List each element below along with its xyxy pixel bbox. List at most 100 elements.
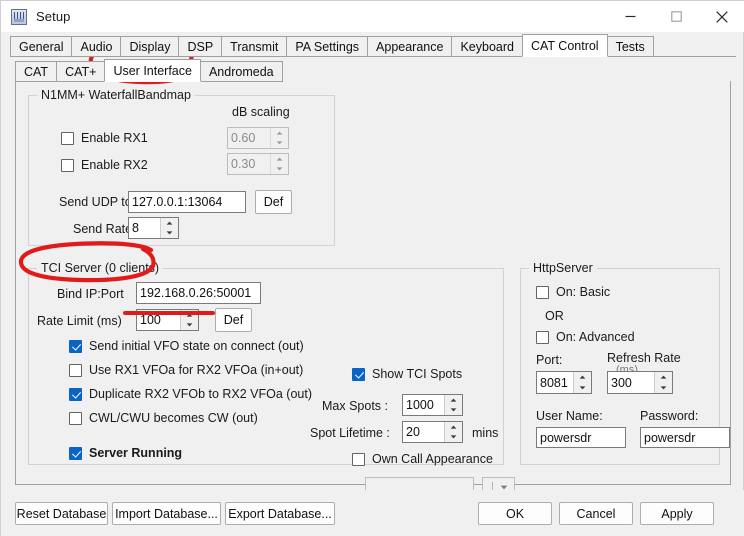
own-call-appearance-checkbox[interactable]: Own Call Appearance: [352, 453, 493, 466]
tab-general[interactable]: General: [10, 36, 72, 57]
tci-option-duplicate-rx2-vfob-to-rx2-vfoa-out[interactable]: Duplicate RX2 VFOb to RX2 VFOa (out): [69, 388, 312, 401]
spinner-down-icon[interactable]: [161, 228, 178, 238]
rx2-db-scaling-spinner[interactable]: 0.30: [227, 153, 289, 175]
tci-option-send-initial-vfo-state-on-connect-out[interactable]: Send initial VFO state on connect (out): [69, 340, 304, 353]
spinner-down-icon[interactable]: [181, 320, 198, 330]
spinner-buttons[interactable]: [270, 154, 288, 174]
spinner-up-icon[interactable]: [271, 154, 288, 164]
http-server-group-legend: HttpServer: [529, 261, 597, 275]
spinner-up-icon[interactable]: [574, 372, 591, 383]
ok-button[interactable]: OK: [478, 502, 552, 525]
http-username-label: User Name:: [536, 409, 603, 423]
spinner-buttons[interactable]: [270, 128, 288, 148]
tab-label: PA Settings: [295, 40, 359, 54]
maximize-icon[interactable]: [653, 1, 699, 32]
rate-limit-spinner[interactable]: 100: [136, 309, 199, 331]
tab-pa-settings[interactable]: PA Settings: [286, 36, 368, 57]
http-password-input[interactable]: powersdr: [640, 427, 730, 448]
apply-button[interactable]: Apply: [640, 502, 714, 525]
http-password-label: Password:: [640, 409, 698, 423]
checkbox-box: [352, 368, 365, 381]
spot-lifetime-units: mins: [472, 426, 498, 440]
checkbox-box: [69, 340, 82, 353]
http-on-advanced-checkbox[interactable]: On: Advanced: [536, 331, 635, 344]
subtab-andromeda[interactable]: Andromeda: [200, 61, 283, 82]
bind-ip-port-input[interactable]: 192.168.0.26:50001: [136, 282, 261, 304]
spinner-buttons[interactable]: [573, 372, 591, 393]
checkbox-box: [69, 364, 82, 377]
tab-label: Tests: [616, 40, 645, 54]
spot-lifetime-spinner[interactable]: 20: [402, 421, 463, 443]
spinner-up-icon[interactable]: [181, 310, 198, 320]
send-rate-spinner[interactable]: 8: [128, 217, 179, 239]
http-server-group: HttpServer On: Basic OR On: Advanced Por…: [520, 268, 720, 465]
send-udp-def-button[interactable]: Def: [255, 190, 292, 214]
tab-transmit[interactable]: Transmit: [221, 36, 287, 57]
spinner-up-icon[interactable]: [655, 372, 672, 383]
subtab-cat[interactable]: CAT: [15, 61, 57, 82]
tab-appearance[interactable]: Appearance: [367, 36, 452, 57]
spinner-buttons[interactable]: [160, 218, 178, 238]
enable-rx1-checkbox[interactable]: Enable RX1: [61, 132, 148, 145]
secondary-tab-strip: CATCAT+User Interface Andromeda: [15, 59, 731, 82]
tci-option-label: Use RX1 VFOa for RX2 VFOa (in+out): [89, 364, 303, 377]
max-spots-value: 1000: [403, 395, 444, 415]
spinner-buttons[interactable]: [180, 310, 198, 330]
rx1-db-scaling-spinner[interactable]: 0.60: [227, 127, 289, 149]
tci-option-server-running[interactable]: Server Running: [69, 447, 182, 460]
max-spots-label: Max Spots :: [322, 399, 388, 413]
http-username-input[interactable]: powersdr: [536, 427, 626, 448]
reset-database-button[interactable]: Reset Database: [15, 502, 108, 525]
spinner-up-icon[interactable]: [445, 422, 462, 432]
rx2-db-scaling-value: 0.30: [228, 154, 270, 174]
spinner-buttons[interactable]: [654, 372, 672, 393]
spinner-up-icon[interactable]: [271, 128, 288, 138]
tab-page-user-interface: N1MM+ WaterfallBandmap dB scaling Enable…: [15, 81, 731, 485]
checkbox-box: [61, 159, 74, 172]
http-port-spinner[interactable]: 8081: [536, 371, 592, 394]
own-call-appearance-label: Own Call Appearance: [372, 453, 493, 466]
enable-rx2-checkbox[interactable]: Enable RX2: [61, 159, 148, 172]
spot-lifetime-value: 20: [403, 422, 444, 442]
export-database-button[interactable]: Export Database...: [225, 502, 335, 525]
subtab-cat[interactable]: CAT+: [56, 61, 105, 82]
max-spots-spinner[interactable]: 1000: [402, 394, 463, 416]
tci-option-use-rx1-vfoa-for-rx2-vfoa-in-out[interactable]: Use RX1 VFOa for RX2 VFOa (in+out): [69, 364, 303, 377]
show-tci-spots-checkbox[interactable]: Show TCI Spots: [352, 368, 462, 381]
tci-option-cwl-cwu-becomes-cw-out[interactable]: CWL/CWU becomes CW (out): [69, 412, 258, 425]
tab-keyboard[interactable]: Keyboard: [451, 36, 523, 57]
spinner-down-icon[interactable]: [271, 164, 288, 174]
spinner-down-icon[interactable]: [445, 405, 462, 415]
http-port-value: 8081: [537, 372, 573, 393]
spinner-down-icon[interactable]: [574, 383, 591, 394]
spinner-down-icon[interactable]: [445, 432, 462, 442]
tab-dsp[interactable]: DSP: [178, 36, 222, 57]
http-on-basic-checkbox[interactable]: On: Basic: [536, 286, 610, 299]
checkbox-box: [69, 412, 82, 425]
enable-rx1-label: Enable RX1: [81, 132, 148, 145]
spinner-down-icon[interactable]: [271, 138, 288, 148]
db-scaling-label: dB scaling: [232, 105, 290, 119]
spinner-up-icon[interactable]: [445, 395, 462, 405]
tab-tests[interactable]: Tests: [607, 36, 654, 57]
spot-lifetime-label: Spot Lifetime :: [310, 426, 390, 440]
spinner-buttons[interactable]: [444, 395, 462, 415]
import-database-button[interactable]: Import Database...: [112, 502, 221, 525]
spinner-down-icon[interactable]: [655, 383, 672, 394]
rate-limit-def-button[interactable]: Def: [215, 308, 252, 332]
spinner-up-icon[interactable]: [161, 218, 178, 228]
tab-label: Andromeda: [209, 65, 274, 79]
minimize-icon[interactable]: [607, 1, 653, 32]
checkbox-box: [536, 286, 549, 299]
subtab-user-interface[interactable]: User Interface: [104, 59, 201, 82]
waterfall-bandmap-group: N1MM+ WaterfallBandmap dB scaling Enable…: [28, 95, 335, 246]
http-refresh-rate-spinner[interactable]: 300: [607, 371, 673, 394]
close-icon[interactable]: [699, 1, 744, 32]
tab-cat-control[interactable]: CAT Control: [522, 34, 608, 57]
cancel-button[interactable]: Cancel: [559, 502, 633, 525]
send-udp-input[interactable]: 127.0.0.1:13064: [128, 191, 246, 213]
tab-label: CAT Control: [531, 39, 599, 53]
spinner-buttons[interactable]: [444, 422, 462, 442]
tab-display[interactable]: Display: [120, 36, 179, 57]
tab-audio[interactable]: Audio: [71, 36, 121, 57]
